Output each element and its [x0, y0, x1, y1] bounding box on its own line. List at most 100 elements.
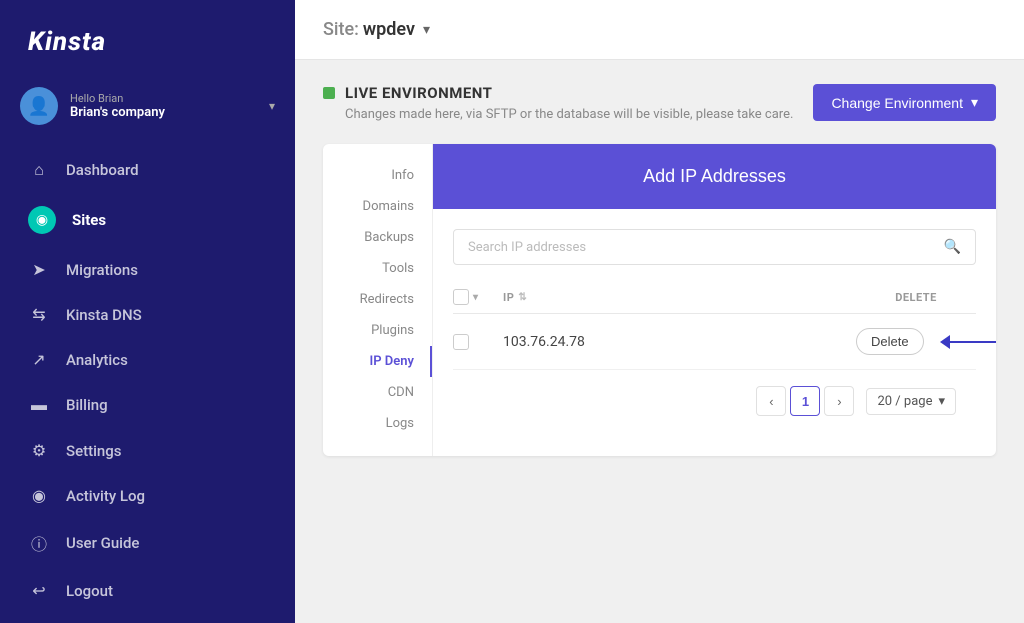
- activity-log-icon: ◉: [28, 486, 50, 505]
- user-info: Hello Brian Brian's company: [70, 92, 261, 120]
- sidebar-item-label: Dashboard: [66, 161, 139, 179]
- sub-nav-cdn[interactable]: CDN: [323, 377, 432, 408]
- sidebar-item-analytics[interactable]: ↗ Analytics: [0, 337, 295, 382]
- env-info: LIVE ENVIRONMENT Changes made here, via …: [323, 84, 813, 124]
- current-page-button[interactable]: 1: [790, 386, 820, 416]
- sidebar-item-user-guide[interactable]: ⓘ User Guide: [0, 518, 295, 568]
- main-content: Site: wpdev ▾ LIVE ENVIRONMENT Changes m…: [295, 0, 1024, 623]
- sub-nav-tools[interactable]: Tools: [323, 253, 432, 284]
- pagination: ‹ 1 › 20 / page ▾: [453, 370, 976, 436]
- table-row: 103.76.24.78 Delete: [453, 314, 976, 370]
- ip-column-label: IP: [503, 291, 514, 304]
- search-box[interactable]: Search IP addresses 🔍: [453, 229, 976, 265]
- sidebar-item-kinsta-dns[interactable]: ⇆ Kinsta DNS: [0, 292, 295, 337]
- sub-nav-domains[interactable]: Domains: [323, 191, 432, 222]
- change-environment-button[interactable]: Change Environment ▾: [813, 84, 996, 121]
- sidebar-item-label: User Guide: [66, 534, 139, 552]
- migrations-icon: ➤: [28, 260, 50, 279]
- sidebar-item-label: Migrations: [66, 261, 138, 279]
- user-company: Brian's company: [70, 105, 261, 120]
- header-delete-col: DELETE: [856, 291, 976, 304]
- sidebar-item-dashboard[interactable]: ⌂ Dashboard: [0, 147, 295, 193]
- dashboard-icon: ⌂: [28, 160, 50, 180]
- top-bar: Site: wpdev ▾: [295, 0, 1024, 60]
- panel-content: Add IP Addresses Search IP addresses 🔍: [433, 144, 996, 456]
- sidebar-item-label: Logout: [66, 582, 113, 600]
- per-page-chevron-icon: ▾: [938, 394, 945, 409]
- logo: Kinsta: [0, 0, 295, 77]
- content-area: LIVE ENVIRONMENT Changes made here, via …: [295, 60, 1024, 623]
- search-placeholder: Search IP addresses: [468, 240, 586, 255]
- settings-icon: ⚙: [28, 441, 50, 460]
- site-selector[interactable]: Site: wpdev ▾: [323, 19, 430, 40]
- sidebar-item-label: Kinsta DNS: [66, 306, 142, 324]
- user-guide-icon: ⓘ: [28, 531, 50, 555]
- select-all-checkbox[interactable]: [453, 289, 469, 305]
- row-delete-col: Delete: [856, 328, 976, 355]
- site-chevron-icon: ▾: [423, 22, 430, 38]
- sidebar-item-label: Activity Log: [66, 487, 145, 505]
- user-greeting: Hello Brian: [70, 92, 261, 105]
- user-chevron-icon: ▾: [269, 99, 275, 113]
- header-ip-col: IP ⇅: [503, 291, 856, 304]
- sub-nav-ip-deny[interactable]: IP Deny: [323, 346, 432, 377]
- site-name: wpdev: [363, 19, 415, 40]
- header-check-col: ▾: [453, 289, 503, 305]
- header-check-chevron: ▾: [473, 292, 479, 303]
- ip-table-area: Search IP addresses 🔍 ▾ IP ⇅: [433, 209, 996, 456]
- avatar: 👤: [20, 87, 58, 125]
- billing-icon: ▬: [28, 395, 50, 415]
- arrow-line: [950, 341, 996, 343]
- env-banner: LIVE ENVIRONMENT Changes made here, via …: [323, 84, 996, 124]
- per-page-select[interactable]: 20 / page ▾: [866, 388, 956, 415]
- sidebar-item-billing[interactable]: ▬ Billing: [0, 382, 295, 428]
- analytics-icon: ↗: [28, 350, 50, 369]
- sidebar-item-label: Sites: [72, 211, 106, 229]
- sidebar-item-migrations[interactable]: ➤ Migrations: [0, 247, 295, 292]
- kinsta-dns-icon: ⇆: [28, 305, 50, 324]
- env-title: LIVE ENVIRONMENT: [323, 84, 813, 102]
- arrow-head-icon: [940, 335, 950, 349]
- sites-icon: ◉: [28, 206, 56, 234]
- row-check-col: [453, 334, 503, 350]
- sub-nav-plugins[interactable]: Plugins: [323, 315, 432, 346]
- sidebar-item-label: Analytics: [66, 351, 128, 369]
- arrow-indicator: [940, 335, 996, 349]
- logo-text: Kinsta: [28, 27, 106, 57]
- change-env-chevron-icon: ▾: [971, 94, 978, 111]
- sidebar-item-settings[interactable]: ⚙ Settings: [0, 428, 295, 473]
- env-description: Changes made here, via SFTP or the datab…: [345, 106, 813, 124]
- add-ip-button[interactable]: Add IP Addresses: [433, 144, 996, 209]
- panel-layout: Info Domains Backups Tools Redirects Plu…: [323, 144, 996, 456]
- delete-button[interactable]: Delete: [856, 328, 924, 355]
- sidebar-item-activity-log[interactable]: ◉ Activity Log: [0, 473, 295, 518]
- table-header: ▾ IP ⇅ DELETE: [453, 281, 976, 314]
- logout-icon: ↩: [28, 581, 50, 600]
- sort-icon[interactable]: ⇅: [518, 292, 527, 303]
- site-label: Site:: [323, 19, 359, 40]
- search-icon: 🔍: [944, 239, 961, 255]
- search-row: Search IP addresses 🔍: [453, 229, 976, 265]
- panel: Info Domains Backups Tools Redirects Plu…: [323, 144, 996, 456]
- sub-nav-backups[interactable]: Backups: [323, 222, 432, 253]
- sidebar-item-logout[interactable]: ↩ Logout: [0, 568, 295, 613]
- row-ip-col: 103.76.24.78: [503, 334, 856, 350]
- ip-value: 103.76.24.78: [503, 334, 585, 350]
- sub-nav: Info Domains Backups Tools Redirects Plu…: [323, 144, 433, 456]
- change-env-label: Change Environment: [831, 95, 963, 111]
- per-page-label: 20 / page: [877, 394, 932, 409]
- sub-nav-redirects[interactable]: Redirects: [323, 284, 432, 315]
- sidebar: Kinsta 👤 Hello Brian Brian's company ▾ ⌂…: [0, 0, 295, 623]
- next-page-button[interactable]: ›: [824, 386, 854, 416]
- env-dot: [323, 87, 335, 99]
- env-title-text: LIVE ENVIRONMENT: [345, 84, 492, 102]
- sub-nav-logs[interactable]: Logs: [323, 408, 432, 439]
- prev-page-button[interactable]: ‹: [756, 386, 786, 416]
- sub-nav-info[interactable]: Info: [323, 160, 432, 191]
- sidebar-item-sites[interactable]: ◉ Sites: [0, 193, 295, 247]
- row-checkbox[interactable]: [453, 334, 469, 350]
- sidebar-item-label: Settings: [66, 442, 122, 460]
- user-section[interactable]: 👤 Hello Brian Brian's company ▾: [0, 77, 295, 143]
- nav-items: ⌂ Dashboard ◉ Sites ➤ Migrations ⇆ Kinst…: [0, 143, 295, 623]
- sidebar-item-label: Billing: [66, 396, 108, 414]
